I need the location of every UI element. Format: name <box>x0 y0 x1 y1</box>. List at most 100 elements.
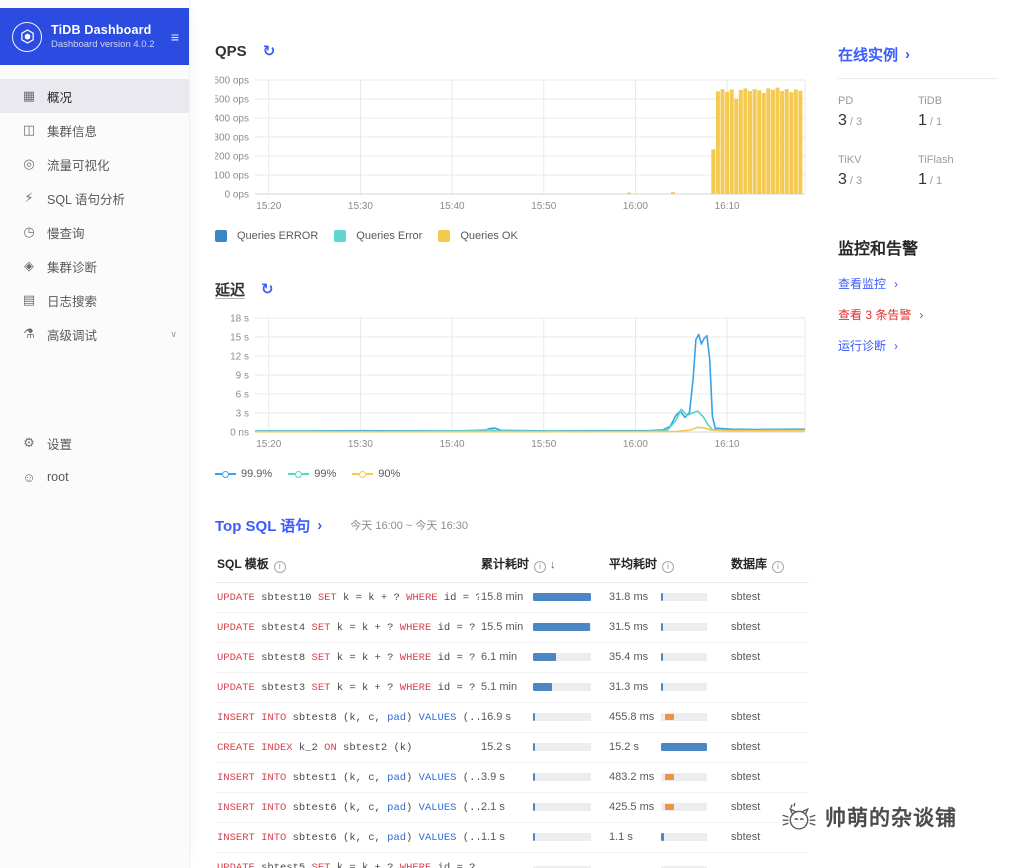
svg-text:15:40: 15:40 <box>440 439 465 450</box>
legend-item[interactable]: 99% <box>288 468 336 480</box>
legend-label: Queries Error <box>356 230 423 242</box>
instance-count: 1/ 1 <box>918 112 943 129</box>
svg-text:15:50: 15:50 <box>531 439 556 450</box>
table-row[interactable]: UPDATE sbtest4 SET k = k + ? WHERE id = … <box>215 612 809 643</box>
table-row[interactable]: UPDATE sbtest5 SET k = k + ? WHERE id = … <box>215 852 809 868</box>
sql-template: UPDATE sbtest10 SET k = k + ? WHERE id =… <box>217 591 479 604</box>
svg-text:15:30: 15:30 <box>348 439 373 450</box>
legend-label: Queries ERROR <box>237 230 319 242</box>
info-icon[interactable] <box>772 560 785 573</box>
qps-title: QPS <box>215 42 247 60</box>
instance-name: PD <box>838 95 854 107</box>
latency-legend: 99.9% 99% 90% <box>215 468 840 480</box>
svg-text:16:00: 16:00 <box>623 201 648 212</box>
sidebar-item-cluster-diagnostics[interactable]: ◈ 集群诊断 <box>0 249 189 283</box>
refresh-qps-icon[interactable]: ↻ <box>263 44 276 59</box>
app-version: Dashboard version 4.0.2 <box>51 39 155 50</box>
instance-tikv: TiKV 3/ 3 <box>838 154 918 189</box>
legend-label: 99% <box>314 468 337 480</box>
total-time-bar <box>533 773 591 781</box>
instance-count: 3/ 3 <box>838 171 863 188</box>
table-row[interactable]: UPDATE sbtest3 SET k = k + ? WHERE id = … <box>215 672 809 703</box>
link-label: 查看 3 条告警 <box>838 308 912 322</box>
total-time-value: 15.5 min <box>481 621 524 633</box>
table-row[interactable]: UPDATE sbtest8 SET k = k + ? WHERE id = … <box>215 642 809 673</box>
legend-item[interactable]: Queries Error <box>334 230 422 242</box>
sql-template: UPDATE sbtest5 SET k = k + ? WHERE id = … <box>217 861 476 868</box>
legend-marker <box>295 470 303 478</box>
overview-icon: ▦ <box>22 88 36 103</box>
latency-chart: 18 s 15 s 12 s 9 s 6 s 3 s 0 ns 15:20 15:30 15:40… <box>230 314 806 450</box>
info-icon[interactable] <box>534 560 547 573</box>
cat-logo-icon <box>782 802 816 830</box>
legend-label: 99.9% <box>241 468 273 480</box>
sidebar-item-overview[interactable]: ▦ 概况 <box>0 79 189 113</box>
monitoring-link[interactable]: 运行诊断 › <box>838 337 998 354</box>
svg-text:16:00: 16:00 <box>623 439 648 450</box>
sidebar-item-cluster-info[interactable]: ◫ 集群信息 <box>0 113 189 147</box>
sidebar-item-key-visualizer[interactable]: ◎ 流量可视化 <box>0 147 189 181</box>
sidebar: TiDB Dashboard Dashboard version 4.0.2 ≡… <box>0 0 190 868</box>
chevron-right-icon: › <box>317 516 323 534</box>
svg-text:3 s: 3 s <box>236 409 249 420</box>
col-total-time[interactable]: 累计耗时↓ <box>479 546 607 583</box>
sidebar-item-user[interactable]: ☺ root <box>0 460 189 494</box>
total-time-bar <box>533 803 591 811</box>
total-time-bar <box>533 833 591 841</box>
sql-template: INSERT INTO sbtest8 (k, c, pad) VALUES (… <box>217 711 479 724</box>
legend-item[interactable]: 99.9% <box>215 468 272 480</box>
svg-text:400 ops: 400 ops <box>215 114 249 125</box>
sql-template: CREATE INDEX k_2 ON sbtest2 (k) <box>217 741 413 754</box>
avg-time-bar <box>661 653 707 661</box>
svg-text:15:30: 15:30 <box>348 201 373 212</box>
right-panel: 在线实例 › PD 3/ 3 TiDB 1/ 1 TiKV 3/ 3 TiFlash 1/ 1… <box>838 44 998 368</box>
range-marker <box>665 714 674 720</box>
sidebar-item-label: SQL 语句分析 <box>47 192 126 207</box>
sidebar-item-settings[interactable]: ⚙ 设置 <box>0 426 189 460</box>
sidebar-menu: ▦ 概况 ◫ 集群信息 ◎ 流量可视化 ⚡ SQL 语句分析 ◷ 慢查询 ◈ 集群诊断 ▤ 日志搜索 ⚗ 高级… <box>0 65 189 351</box>
info-icon[interactable] <box>662 560 675 573</box>
svg-text:600 ops: 600 ops <box>215 76 249 87</box>
database-value: sbtest <box>731 711 761 723</box>
monitoring-link[interactable]: 查看监控 › <box>838 275 998 292</box>
monitoring-link[interactable]: 查看 3 条告警 › <box>838 306 998 323</box>
legend-item[interactable]: Queries ERROR <box>215 230 318 242</box>
chevron-right-icon: › <box>894 338 899 353</box>
topsql-title-link[interactable]: Top SQL 语句 › <box>215 515 322 536</box>
main-content: QPS ↻ 600 ops 500 ops 400 ops 300 ops 200 op… <box>190 0 840 868</box>
table-row[interactable]: UPDATE sbtest10 SET k = k + ? WHERE id =… <box>215 582 809 613</box>
legend-swatch <box>334 230 347 242</box>
total-time-bar <box>533 713 591 721</box>
table-row[interactable]: INSERT INTO sbtest6 (k, c, pad) VALUES (… <box>215 822 809 853</box>
legend-item[interactable]: Queries OK <box>438 230 518 242</box>
sidebar-item-log-search[interactable]: ▤ 日志搜索 <box>0 283 189 317</box>
total-time-value: 15.8 min <box>481 591 524 603</box>
monitoring-heading: 监控和告警 <box>838 241 919 258</box>
sidebar-item-label: 设置 <box>47 437 73 452</box>
svg-text:15:40: 15:40 <box>440 201 465 212</box>
topsql-tbody: UPDATE sbtest10 SET k = k + ? WHERE id =… <box>215 582 809 868</box>
table-row[interactable]: CREATE INDEX k_2 ON sbtest2 (k) 15.2 s 15.… <box>215 732 809 763</box>
refresh-latency-icon[interactable]: ↻ <box>261 282 274 297</box>
table-row[interactable]: INSERT INTO sbtest1 (k, c, pad) VALUES (… <box>215 762 809 793</box>
total-time-value: 16.9 s <box>481 711 511 723</box>
legend-item[interactable]: 90% <box>352 468 400 480</box>
table-row[interactable]: INSERT INTO sbtest8 (k, c, pad) VALUES (… <box>215 702 809 733</box>
collapse-sidebar-icon[interactable]: ≡ <box>171 29 179 45</box>
sidebar-item-label: 集群信息 <box>47 124 98 139</box>
col-avg-time[interactable]: 平均耗时 <box>607 546 729 583</box>
instance-tiflash: TiFlash 1/ 1 <box>918 154 998 189</box>
online-instances-link[interactable]: 在线实例 › <box>838 44 998 65</box>
sidebar-item-advanced-debugging[interactable]: ⚗ 高级调试 ∨ <box>0 317 189 351</box>
table-row[interactable]: INSERT INTO sbtest6 (k, c, pad) VALUES (… <box>215 792 809 823</box>
total-time-bar <box>533 593 591 601</box>
avg-time-value: 455.8 ms <box>609 711 655 723</box>
info-icon[interactable] <box>273 560 286 573</box>
total-time-value: 2.1 s <box>481 801 505 813</box>
sidebar-item-slow-queries[interactable]: ◷ 慢查询 <box>0 215 189 249</box>
range-marker <box>665 774 674 780</box>
sidebar-item-label: root <box>47 470 69 484</box>
instance-count: 3/ 3 <box>838 112 863 129</box>
sidebar-item-sql-statements[interactable]: ⚡ SQL 语句分析 <box>0 181 189 215</box>
total-time-bar <box>533 743 591 751</box>
